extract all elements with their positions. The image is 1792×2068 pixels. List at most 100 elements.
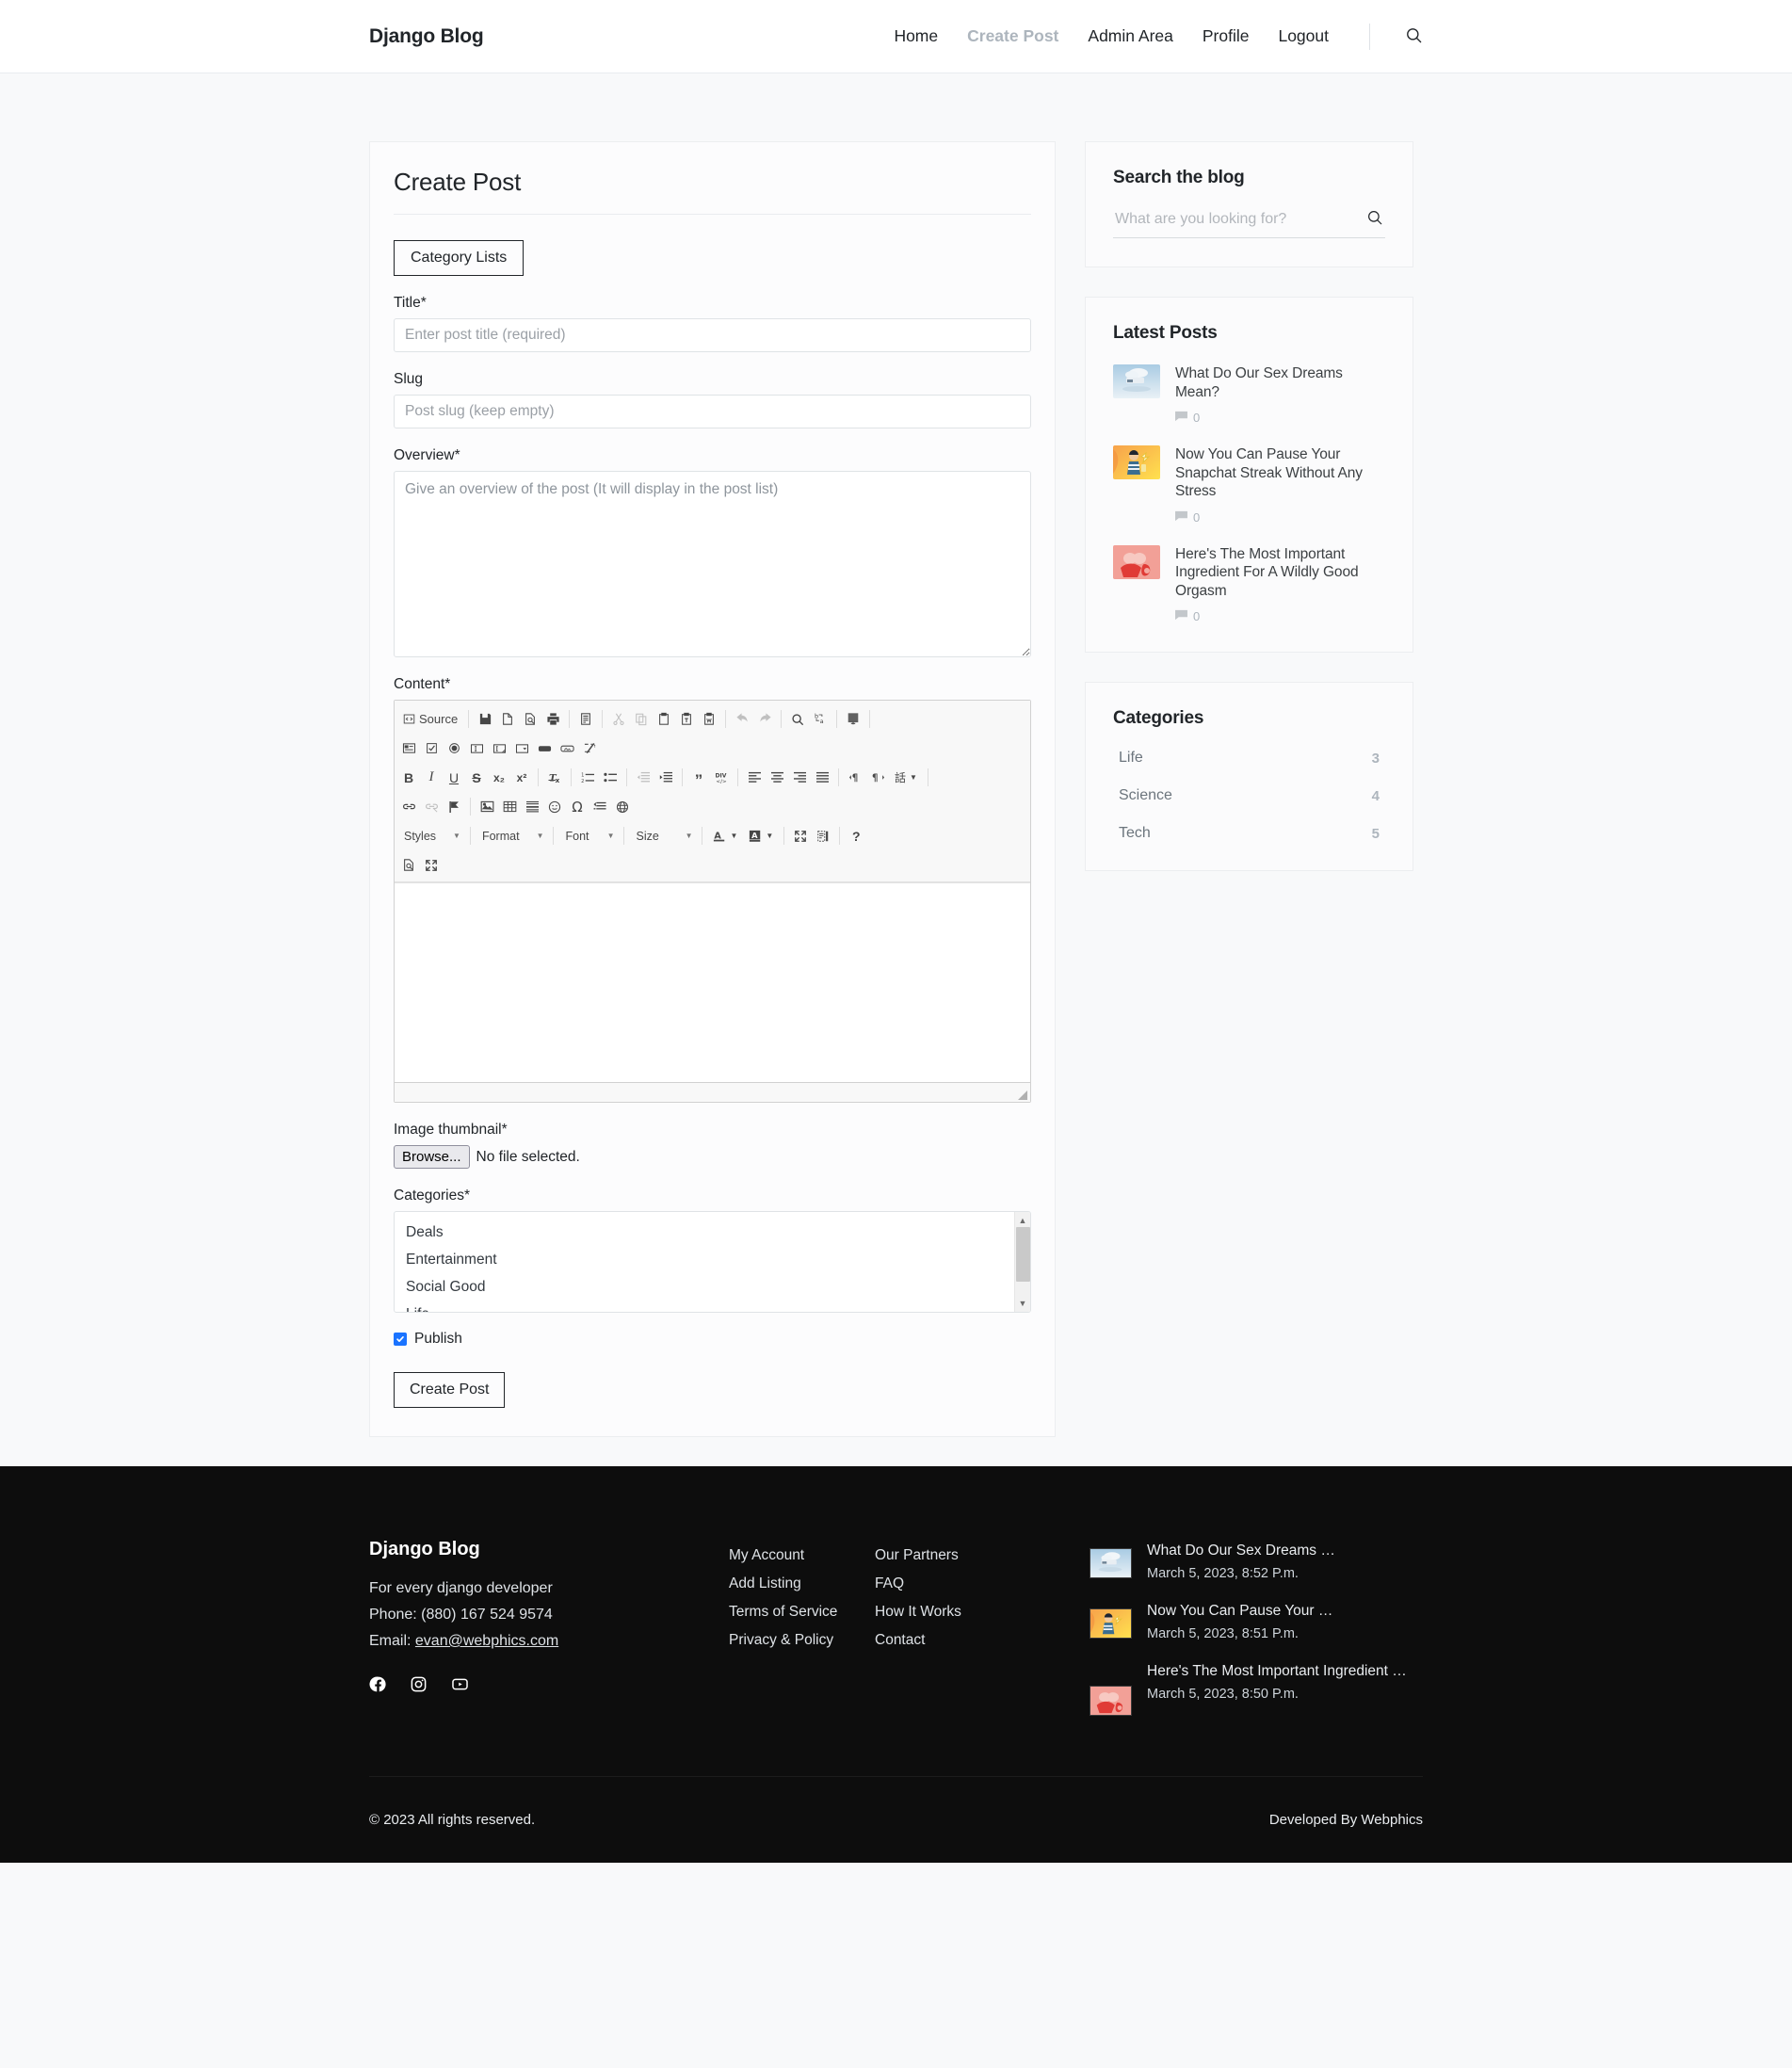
post-title-link[interactable]: What Do Our Sex Dreams Mean?: [1175, 364, 1385, 401]
bulleted-list-icon[interactable]: [599, 767, 622, 789]
iframe-icon[interactable]: [611, 796, 634, 818]
preview-icon[interactable]: [519, 708, 541, 731]
maximize-icon[interactable]: [789, 825, 812, 848]
brand-logo[interactable]: Django Blog: [369, 25, 484, 48]
redo-icon[interactable]: [753, 708, 776, 731]
footer-link-my-account[interactable]: My Account: [729, 1542, 875, 1570]
resize-grip-icon[interactable]: [1018, 1088, 1027, 1100]
editor-content-area[interactable]: [395, 882, 1030, 1082]
category-option-social-good[interactable]: Social Good: [395, 1273, 1030, 1301]
image-icon[interactable]: [476, 796, 498, 818]
category-option-deals[interactable]: Deals: [395, 1219, 1030, 1246]
radio-button-icon[interactable]: [443, 737, 465, 760]
italic-icon[interactable]: I: [420, 767, 443, 789]
text-color-icon[interactable]: A ▼: [707, 825, 743, 848]
text-direction-ltr-icon[interactable]: ¶: [844, 767, 866, 789]
categories-multiselect[interactable]: Deals Entertainment Social Good Life ▲ ▼: [394, 1211, 1031, 1313]
format-combo[interactable]: Format ▼: [476, 826, 548, 847]
post-title-link[interactable]: Here's The Most Important Ingredient …: [1147, 1661, 1407, 1681]
footer-link-contact[interactable]: Contact: [875, 1626, 1090, 1655]
nav-link-profile[interactable]: Profile: [1203, 26, 1250, 46]
subscript-icon[interactable]: x₂: [488, 767, 510, 789]
link-icon[interactable]: [397, 796, 420, 818]
button-icon[interactable]: [533, 737, 556, 760]
form-icon[interactable]: [397, 737, 420, 760]
background-color-icon[interactable]: A ▼: [743, 825, 779, 848]
post-title-link[interactable]: Now You Can Pause Your …: [1147, 1601, 1332, 1621]
source-button[interactable]: Source: [397, 708, 463, 731]
align-left-icon[interactable]: [743, 767, 766, 789]
bold-icon[interactable]: B: [397, 767, 420, 789]
list-item[interactable]: Now You Can Pause Your Snapchat Streak W…: [1113, 445, 1385, 525]
search-input[interactable]: [1113, 209, 1364, 229]
nav-link-logout[interactable]: Logout: [1278, 26, 1329, 46]
footer-link-terms-of-service[interactable]: Terms of Service: [729, 1598, 875, 1626]
textarea-icon[interactable]: [488, 737, 510, 760]
nav-search-button[interactable]: [1405, 26, 1423, 47]
footer-link-privacy-policy[interactable]: Privacy & Policy: [729, 1626, 875, 1655]
list-item[interactable]: Here's The Most Important Ingredient … M…: [1090, 1661, 1423, 1716]
copy-icon[interactable]: [630, 708, 653, 731]
list-item[interactable]: What Do Our Sex Dreams Mean? 0: [1113, 364, 1385, 425]
list-item[interactable]: Science 4: [1113, 787, 1385, 804]
horizontal-rule-icon[interactable]: [521, 796, 543, 818]
numbered-list-icon[interactable]: 12: [576, 767, 599, 789]
category-link-life[interactable]: Life: [1119, 750, 1143, 767]
nav-link-admin-area[interactable]: Admin Area: [1088, 26, 1172, 46]
nav-link-home[interactable]: Home: [894, 26, 938, 46]
post-title-link[interactable]: Now You Can Pause Your Snapchat Streak W…: [1175, 445, 1385, 501]
footer-link-how-it-works[interactable]: How It Works: [875, 1598, 1090, 1626]
superscript-icon[interactable]: x²: [510, 767, 533, 789]
nav-link-create-post[interactable]: Create Post: [967, 26, 1058, 46]
list-item[interactable]: Tech 5: [1113, 825, 1385, 842]
paste-text-icon[interactable]: [675, 708, 698, 731]
list-item[interactable]: What Do Our Sex Dreams … March 5, 2023, …: [1090, 1541, 1423, 1584]
language-icon[interactable]: 話 ▼: [889, 767, 923, 789]
footer-link-add-listing[interactable]: Add Listing: [729, 1570, 875, 1598]
find-icon[interactable]: [786, 708, 809, 731]
category-link-science[interactable]: Science: [1119, 787, 1172, 804]
templates-icon[interactable]: [574, 708, 597, 731]
overview-textarea[interactable]: [394, 471, 1031, 657]
list-item[interactable]: Life 3: [1113, 750, 1385, 767]
show-blocks-icon[interactable]: [812, 825, 834, 848]
underline-icon[interactable]: U: [443, 767, 465, 789]
align-right-icon[interactable]: [788, 767, 811, 789]
post-title-link[interactable]: Here's The Most Important Ingredient For…: [1175, 545, 1385, 601]
slug-input[interactable]: [394, 395, 1031, 428]
category-option-entertainment[interactable]: Entertainment: [395, 1246, 1030, 1273]
decrease-indent-icon[interactable]: [632, 767, 654, 789]
paste-word-icon[interactable]: [698, 708, 720, 731]
create-post-submit-button[interactable]: Create Post: [394, 1372, 506, 1408]
hidden-field-icon[interactable]: [578, 737, 601, 760]
list-item[interactable]: Here's The Most Important Ingredient For…: [1113, 544, 1385, 623]
anchor-icon[interactable]: [443, 796, 465, 818]
styles-combo[interactable]: Styles ▼: [398, 826, 464, 847]
preview-icon[interactable]: [397, 854, 420, 877]
category-lists-button[interactable]: Category Lists: [394, 240, 525, 276]
scrollbar-thumb[interactable]: [1016, 1227, 1030, 1282]
replace-icon[interactable]: ba: [809, 708, 831, 731]
instagram-icon[interactable]: [410, 1675, 428, 1693]
footer-link-our-partners[interactable]: Our Partners: [875, 1542, 1090, 1570]
font-combo[interactable]: Font ▼: [559, 826, 618, 847]
title-input[interactable]: [394, 318, 1031, 352]
scroll-down-icon[interactable]: ▼: [1019, 1295, 1027, 1312]
category-option-life[interactable]: Life: [395, 1301, 1030, 1312]
remove-format-icon[interactable]: Tx: [543, 767, 566, 789]
categories-scrollbar[interactable]: ▲ ▼: [1014, 1212, 1030, 1312]
maximize-icon[interactable]: [420, 854, 443, 877]
category-link-tech[interactable]: Tech: [1119, 825, 1151, 842]
browse-button[interactable]: Browse...: [394, 1145, 470, 1169]
facebook-icon[interactable]: [369, 1675, 387, 1693]
post-title-link[interactable]: What Do Our Sex Dreams …: [1147, 1541, 1335, 1560]
strikethrough-icon[interactable]: S: [465, 767, 488, 789]
search-submit-button[interactable]: [1364, 209, 1385, 229]
undo-icon[interactable]: [731, 708, 753, 731]
select-all-icon[interactable]: [842, 708, 864, 731]
text-field-icon[interactable]: [465, 737, 488, 760]
text-direction-rtl-icon[interactable]: ¶: [866, 767, 889, 789]
create-div-icon[interactable]: DIV </>: [710, 767, 733, 789]
align-justify-icon[interactable]: [811, 767, 833, 789]
blockquote-icon[interactable]: ”: [687, 767, 710, 789]
